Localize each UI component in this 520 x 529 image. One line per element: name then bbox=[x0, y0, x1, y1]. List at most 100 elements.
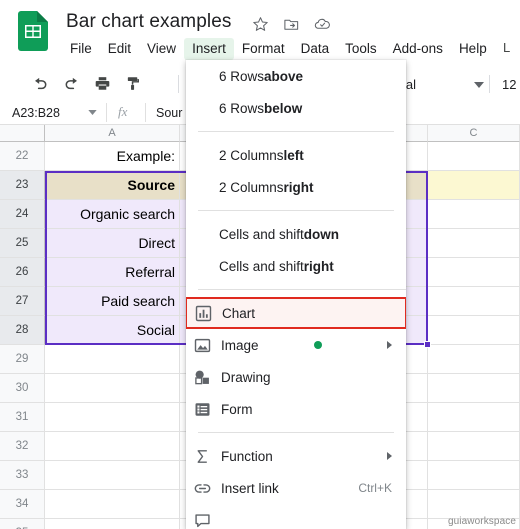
menu-separator bbox=[198, 131, 394, 132]
cell-A26[interactable]: Referral bbox=[45, 258, 180, 287]
cell-A24[interactable]: Organic search bbox=[45, 200, 180, 229]
menu-item-chart[interactable]: Chart bbox=[186, 297, 406, 329]
row-header-31[interactable]: 31 bbox=[0, 403, 45, 432]
formula-input[interactable]: Sour bbox=[156, 104, 182, 122]
sigma-icon bbox=[197, 449, 207, 463]
undo-icon[interactable] bbox=[32, 75, 49, 92]
menu-item-label: Image bbox=[221, 337, 259, 353]
menu-item-label-bold: down bbox=[303, 226, 340, 242]
chevron-down-icon[interactable] bbox=[474, 82, 484, 88]
cell-A29[interactable] bbox=[45, 345, 180, 374]
menu-item-rows-below[interactable]: 6 Rows below bbox=[186, 92, 406, 124]
title-icon-group bbox=[252, 16, 331, 33]
cell-C24[interactable] bbox=[428, 200, 520, 229]
menu-item-cells-shift-right[interactable]: Cells and shift right bbox=[186, 250, 406, 282]
row-header-22[interactable]: 22 bbox=[0, 142, 45, 171]
cell-A31[interactable] bbox=[45, 403, 180, 432]
menu-item-label-bold: below bbox=[264, 100, 303, 116]
cell-C29[interactable] bbox=[428, 345, 520, 374]
menu-format[interactable]: Format bbox=[234, 38, 293, 60]
cell-A22[interactable]: Example: bbox=[45, 142, 180, 171]
submenu-arrow-icon bbox=[387, 452, 392, 460]
row-header-35[interactable]: 35 bbox=[0, 519, 45, 529]
watermark: guiaworkspace bbox=[447, 516, 516, 527]
select-all-corner[interactable] bbox=[0, 125, 45, 142]
cell-C26[interactable] bbox=[428, 258, 520, 287]
image-icon bbox=[194, 338, 211, 352]
menu-data[interactable]: Data bbox=[293, 38, 338, 60]
google-sheets-window: Bar chart examples File Edit View Insert… bbox=[0, 0, 520, 529]
cell-C25[interactable] bbox=[428, 229, 520, 258]
chart-icon bbox=[195, 305, 212, 321]
cell-A28[interactable]: Social bbox=[45, 316, 180, 345]
cell-A35[interactable] bbox=[45, 519, 180, 529]
menu-help[interactable]: Help bbox=[451, 38, 495, 60]
print-icon[interactable] bbox=[94, 75, 111, 92]
toolbar-icon-group bbox=[32, 75, 142, 92]
row-header-29[interactable]: 29 bbox=[0, 345, 45, 374]
menu-tools[interactable]: Tools bbox=[337, 38, 385, 60]
menu-item-comment[interactable] bbox=[186, 504, 406, 529]
move-to-folder-icon[interactable] bbox=[283, 16, 300, 33]
chevron-down-icon[interactable] bbox=[88, 110, 97, 115]
row-header-30[interactable]: 30 bbox=[0, 374, 45, 403]
row-header-27[interactable]: 27 bbox=[0, 287, 45, 316]
row-header-26[interactable]: 26 bbox=[0, 258, 45, 287]
new-feature-dot-icon bbox=[314, 341, 322, 349]
cell-C30[interactable] bbox=[428, 374, 520, 403]
column-header-a[interactable]: A bbox=[45, 125, 180, 142]
font-size-selector[interactable]: 12 bbox=[502, 77, 516, 92]
cell-C32[interactable] bbox=[428, 432, 520, 461]
menu-view[interactable]: View bbox=[139, 38, 184, 60]
menu-addons[interactable]: Add-ons bbox=[385, 38, 451, 60]
cell-C27[interactable] bbox=[428, 287, 520, 316]
selection-fill-handle[interactable] bbox=[424, 341, 431, 348]
menu-item-cells-shift-down[interactable]: Cells and shift down bbox=[186, 218, 406, 250]
cell-A25[interactable]: Direct bbox=[45, 229, 180, 258]
cell-A23[interactable]: Source bbox=[45, 171, 180, 200]
link-icon bbox=[194, 483, 211, 493]
sheets-logo-icon[interactable] bbox=[18, 11, 48, 51]
menu-item-columns-left[interactable]: 2 Columns left bbox=[186, 139, 406, 171]
menu-edit[interactable]: Edit bbox=[100, 38, 139, 60]
name-box[interactable]: A23:B28 bbox=[8, 104, 96, 122]
menu-item-function[interactable]: Function bbox=[186, 440, 406, 472]
row-header-32[interactable]: 32 bbox=[0, 432, 45, 461]
menu-item-form[interactable]: Form bbox=[186, 393, 406, 425]
row-header-25[interactable]: 25 bbox=[0, 229, 45, 258]
cell-C22[interactable] bbox=[428, 142, 520, 171]
cell-A34[interactable] bbox=[45, 490, 180, 519]
cell-C31[interactable] bbox=[428, 403, 520, 432]
cell-A32[interactable] bbox=[45, 432, 180, 461]
row-header-24[interactable]: 24 bbox=[0, 200, 45, 229]
cloud-saved-icon[interactable] bbox=[314, 16, 331, 33]
page-title[interactable]: Bar chart examples bbox=[66, 11, 231, 33]
paint-format-icon[interactable] bbox=[125, 75, 142, 92]
insert-menu-popup[interactable]: 6 Rows above 6 Rows below 2 Columns left… bbox=[186, 60, 406, 529]
menu-item-drawing[interactable]: Drawing bbox=[186, 361, 406, 393]
row-header-23[interactable]: 23 bbox=[0, 171, 45, 200]
app-header: Bar chart examples File Edit View Insert… bbox=[0, 0, 520, 68]
menu-item-insert-link[interactable]: Insert link Ctrl+K bbox=[186, 472, 406, 504]
row-header-34[interactable]: 34 bbox=[0, 490, 45, 519]
menu-item-columns-right[interactable]: 2 Columns right bbox=[186, 171, 406, 203]
redo-icon[interactable] bbox=[63, 75, 80, 92]
column-header-c[interactable]: C bbox=[428, 125, 520, 142]
menu-insert[interactable]: Insert bbox=[184, 38, 234, 60]
star-icon[interactable] bbox=[252, 16, 269, 33]
menu-item-image[interactable]: Image bbox=[186, 329, 406, 361]
cell-A33[interactable] bbox=[45, 461, 180, 490]
menu-item-label-bold: right bbox=[283, 179, 314, 195]
menu-item-label-bold: right bbox=[303, 258, 334, 274]
cell-C23[interactable] bbox=[428, 171, 520, 200]
menu-item-label: 6 Rows bbox=[219, 68, 265, 84]
cell-C34[interactable] bbox=[428, 490, 520, 519]
menu-file[interactable]: File bbox=[62, 38, 100, 60]
cell-C28[interactable] bbox=[428, 316, 520, 345]
row-header-33[interactable]: 33 bbox=[0, 461, 45, 490]
cell-A30[interactable] bbox=[45, 374, 180, 403]
row-header-28[interactable]: 28 bbox=[0, 316, 45, 345]
menu-item-rows-above[interactable]: 6 Rows above bbox=[186, 60, 406, 92]
cell-C33[interactable] bbox=[428, 461, 520, 490]
cell-A27[interactable]: Paid search bbox=[45, 287, 180, 316]
